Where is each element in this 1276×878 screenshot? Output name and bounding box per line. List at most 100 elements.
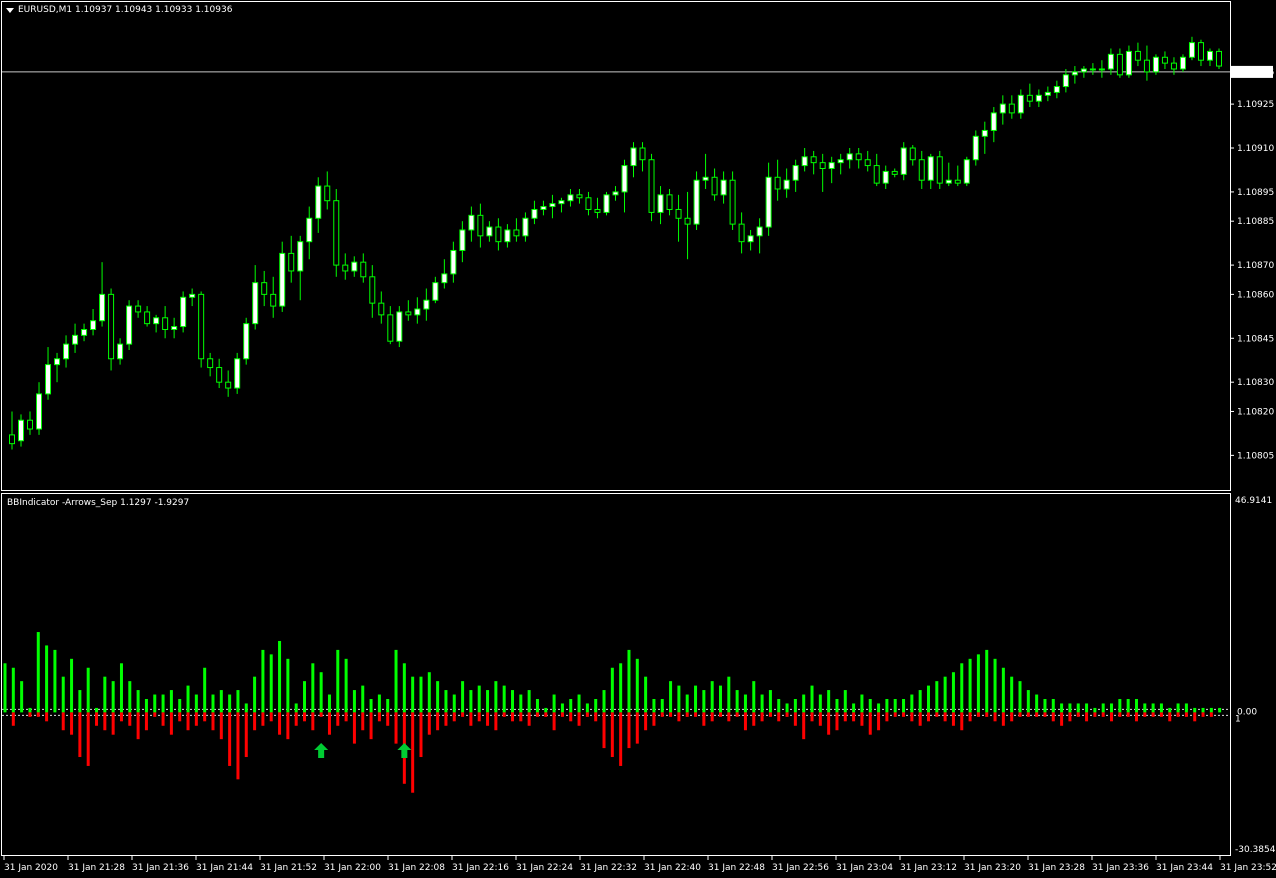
candle-body: [270, 293, 277, 307]
candle-body: [711, 176, 718, 196]
down-bar: [702, 712, 706, 726]
candle-body: [63, 343, 70, 360]
down-bar: [269, 712, 273, 722]
down-bar: [810, 712, 814, 722]
candle-body: [315, 185, 322, 219]
candle-body: [135, 305, 142, 313]
candle: [1197, 39, 1204, 67]
indicator-axis: 46.9141-30.38540.001: [2, 496, 1276, 855]
up-bar: [1110, 703, 1114, 713]
up-bar: [244, 703, 248, 713]
candle-body: [810, 156, 817, 164]
down-bar: [827, 712, 831, 735]
candle-body: [306, 217, 313, 243]
up-bar: [710, 681, 714, 713]
candle-body: [945, 179, 952, 184]
down-bar: [644, 712, 648, 731]
candle: [9, 411, 15, 450]
candle-body: [333, 200, 340, 266]
up-bar: [269, 654, 273, 713]
up-bar: [1151, 703, 1155, 713]
down-bar: [352, 712, 356, 744]
up-bar: [436, 681, 440, 713]
up-bar: [203, 667, 207, 713]
down-bar: [868, 712, 872, 735]
candle: [117, 338, 124, 365]
candle: [324, 171, 331, 210]
down-bar: [1060, 712, 1064, 726]
candle: [1035, 89, 1042, 108]
candle-body: [837, 159, 844, 164]
up-bar: [1143, 703, 1147, 713]
up-bar: [527, 690, 531, 713]
candle-body: [45, 364, 52, 395]
candle: [684, 191, 691, 260]
down-bar: [228, 712, 232, 766]
candle-body: [1044, 91, 1051, 96]
down-bar: [1159, 712, 1163, 717]
candle: [765, 162, 772, 236]
candle-body: [684, 217, 691, 225]
candle: [585, 191, 592, 216]
down-bar: [710, 712, 714, 722]
candle: [738, 212, 745, 254]
up-bar: [294, 703, 298, 713]
up-bar: [993, 658, 997, 713]
down-bar: [569, 712, 573, 722]
candle-body: [477, 214, 484, 237]
candle-body: [459, 229, 466, 251]
candle-body: [1143, 59, 1150, 73]
down-bar: [119, 712, 123, 722]
down-bar: [1118, 712, 1122, 717]
candle: [198, 291, 205, 368]
candle: [594, 197, 601, 219]
candle: [936, 150, 943, 189]
up-bar: [369, 698, 373, 713]
chart-canvas[interactable]: 1.10925 1.10910 1.10895 1.10885 1.10870 1.108…: [0, 0, 1276, 878]
candle: [828, 156, 835, 184]
up-bar: [128, 681, 132, 713]
down-bar: [377, 712, 381, 722]
up-bar: [702, 690, 706, 713]
up-bar: [136, 690, 140, 713]
down-bar: [743, 712, 747, 731]
down-bar: [943, 712, 947, 722]
up-bar: [1093, 707, 1097, 713]
down-bar: [78, 712, 82, 758]
candle: [450, 241, 457, 283]
candle: [729, 171, 736, 230]
up-bar: [377, 694, 381, 713]
down-bar: [286, 712, 290, 740]
candle-body: [918, 159, 925, 181]
candle-body: [1161, 56, 1168, 64]
up-bar: [935, 681, 939, 713]
candle-body: [873, 165, 880, 184]
candle-body: [486, 226, 493, 237]
down-bar: [436, 712, 440, 731]
down-bar: [852, 712, 856, 722]
up-bar: [594, 698, 598, 713]
candle-body: [1215, 50, 1222, 67]
time-tick-label: 31 Jan 21:44: [196, 863, 253, 873]
down-bar: [427, 712, 431, 735]
candle-body: [171, 326, 178, 330]
down-bar: [785, 712, 789, 717]
up-bar: [86, 667, 90, 713]
up-bar: [1060, 703, 1064, 713]
candle-body: [216, 367, 223, 383]
candle-body: [756, 226, 763, 237]
up-bar: [777, 698, 781, 713]
down-bar: [793, 712, 797, 726]
up-bar: [727, 676, 731, 713]
down-bar: [577, 712, 581, 726]
down-bar: [361, 712, 365, 731]
up-bar: [926, 685, 930, 713]
candle: [153, 314, 160, 333]
up-bar: [760, 694, 764, 713]
down-bar: [136, 712, 140, 740]
candle-body: [351, 261, 358, 272]
down-bar: [511, 712, 515, 722]
candle-body: [522, 217, 529, 237]
candle: [927, 153, 934, 189]
candle: [171, 317, 178, 339]
